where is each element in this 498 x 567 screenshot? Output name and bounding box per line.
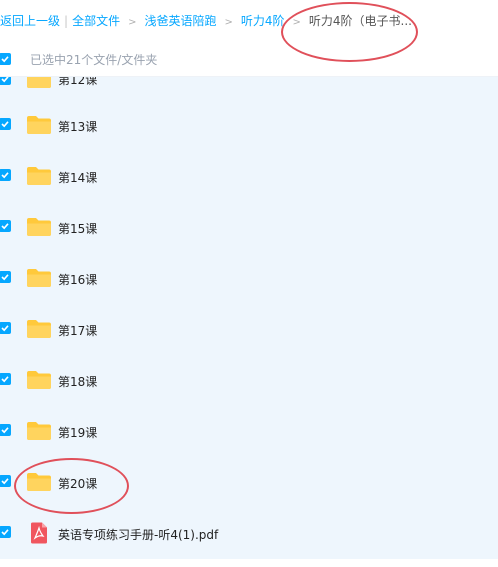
- file-checkbox[interactable]: [0, 271, 11, 283]
- file-name[interactable]: 第16课: [58, 271, 97, 288]
- file-checkbox[interactable]: [0, 220, 11, 232]
- folder-icon: [27, 269, 51, 287]
- selection-count-label: 已选中21个文件/文件夹: [30, 53, 158, 67]
- file-checkbox[interactable]: [0, 77, 11, 85]
- breadcrumb-separator-icon: >: [292, 17, 301, 28]
- file-browser: 返回上一级 | 全部文件 > 浅爸英语陪跑 > 听力4阶 > 听力4阶（电子书... 已选中21…: [0, 0, 498, 567]
- folder-icon: [27, 371, 51, 389]
- checkmark-icon: [1, 56, 9, 63]
- checkmark-icon: [1, 478, 9, 485]
- file-row[interactable]: 第17课: [0, 309, 498, 360]
- pdf-icon: [31, 522, 47, 544]
- checkmark-icon: [1, 274, 9, 281]
- file-name[interactable]: 第19课: [58, 424, 97, 441]
- file-name[interactable]: 第12课: [58, 77, 97, 88]
- file-name[interactable]: 第20课: [58, 475, 97, 492]
- file-checkbox[interactable]: [0, 169, 11, 181]
- folder-icon: [27, 77, 51, 88]
- file-row[interactable]: 第16课: [0, 258, 498, 309]
- breadcrumb: 返回上一级 | 全部文件 > 浅爸英语陪跑 > 听力4阶 > 听力4阶（电子书...: [0, 0, 498, 42]
- breadcrumb-back-link[interactable]: 返回上一级: [0, 14, 60, 28]
- file-checkbox[interactable]: [0, 373, 11, 385]
- file-list: 第12课 第13课 第14课 第15课 第16课 第17课 第18课 第19课 …: [0, 77, 498, 559]
- select-all-checkbox[interactable]: [0, 53, 11, 65]
- file-row[interactable]: 第12课: [0, 77, 498, 105]
- file-checkbox[interactable]: [0, 526, 11, 538]
- file-name[interactable]: 第14课: [58, 169, 97, 186]
- file-row[interactable]: 第13课: [0, 105, 498, 156]
- breadcrumb-separator-icon: >: [128, 17, 137, 28]
- checkmark-icon: [1, 223, 9, 230]
- checkmark-icon: [1, 121, 9, 128]
- file-checkbox[interactable]: [0, 322, 11, 334]
- file-checkbox[interactable]: [0, 424, 11, 436]
- breadcrumb-all-files-link[interactable]: 全部文件: [72, 14, 120, 28]
- breadcrumb-divider: |: [64, 14, 69, 28]
- file-name[interactable]: 第13课: [58, 118, 97, 135]
- selection-bar: 已选中21个文件/文件夹: [0, 42, 498, 77]
- folder-icon: [27, 320, 51, 338]
- folder-icon: [27, 167, 51, 185]
- file-row[interactable]: 第19课: [0, 411, 498, 462]
- file-row[interactable]: 第20课: [0, 462, 498, 513]
- file-row[interactable]: 第15课: [0, 207, 498, 258]
- file-row[interactable]: 英语专项练习手册-听4(1).pdf: [0, 513, 498, 559]
- file-name[interactable]: 英语专项练习手册-听4(1).pdf: [58, 526, 218, 543]
- folder-icon: [27, 116, 51, 134]
- breadcrumb-level1-link[interactable]: 浅爸英语陪跑: [144, 14, 216, 28]
- breadcrumb-current-folder: 听力4阶（电子书...: [308, 14, 412, 28]
- folder-icon: [27, 422, 51, 440]
- checkmark-icon: [1, 172, 9, 179]
- file-name[interactable]: 第15课: [58, 220, 97, 237]
- file-name[interactable]: 第17课: [58, 322, 97, 339]
- checkmark-icon: [1, 427, 9, 434]
- folder-icon: [27, 218, 51, 236]
- file-row[interactable]: 第14课: [0, 156, 498, 207]
- checkmark-icon: [1, 376, 9, 383]
- folder-icon: [27, 473, 51, 491]
- checkmark-icon: [1, 529, 9, 536]
- checkmark-icon: [1, 77, 9, 83]
- checkmark-icon: [1, 325, 9, 332]
- file-checkbox[interactable]: [0, 118, 11, 130]
- file-checkbox[interactable]: [0, 475, 11, 487]
- breadcrumb-separator-icon: >: [224, 17, 233, 28]
- file-row[interactable]: 第18课: [0, 360, 498, 411]
- breadcrumb-level2-link[interactable]: 听力4阶: [241, 14, 285, 28]
- file-name[interactable]: 第18课: [58, 373, 97, 390]
- list-bottom-edge: [0, 559, 498, 567]
